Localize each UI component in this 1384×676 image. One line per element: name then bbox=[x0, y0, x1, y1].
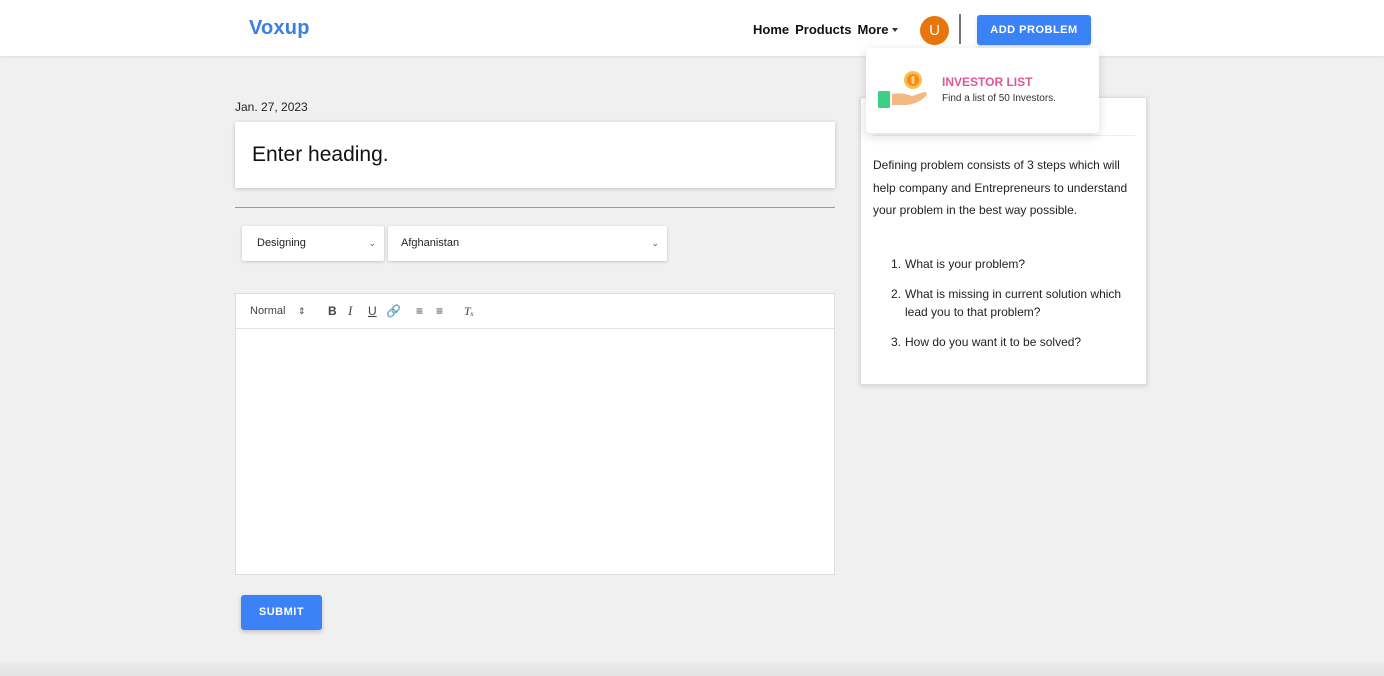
dropdown-item-subtitle: Find a list of 50 Investors. bbox=[942, 93, 1056, 104]
navbar: Voxup Home Products More U ADD PROBLEM bbox=[0, 0, 1384, 56]
underline-icon[interactable]: U bbox=[368, 304, 386, 318]
more-dropdown-menu: INVESTOR LIST Find a list of 50 Investor… bbox=[866, 48, 1099, 133]
heading-field bbox=[235, 122, 835, 188]
format-select[interactable]: Normal bbox=[250, 305, 298, 317]
editor-content[interactable] bbox=[236, 329, 834, 575]
brand-logo[interactable]: Voxup bbox=[249, 17, 310, 40]
chevron-down-icon: ⌄ bbox=[651, 238, 659, 248]
nav-more-label: More bbox=[857, 22, 889, 37]
country-select-value: Afghanistan bbox=[401, 237, 460, 249]
updown-arrows-icon[interactable]: ⇕ bbox=[298, 306, 328, 317]
chevron-down-icon: ⌄ bbox=[368, 238, 376, 248]
ordered-list-icon[interactable]: ≡ bbox=[416, 304, 436, 318]
card-divider bbox=[873, 135, 1135, 136]
instructions-card: Defining problem consists of 3 steps whi… bbox=[860, 97, 1147, 385]
country-select[interactable]: Afghanistan ⌄ bbox=[388, 226, 667, 261]
step-item: 1. What is your problem? bbox=[891, 255, 1141, 273]
editor-toolbar: Normal ⇕ B I U 🔗 ≡ ≡ Tₓ bbox=[236, 294, 834, 329]
category-select-value: Designing bbox=[257, 237, 306, 249]
rich-text-editor: Normal ⇕ B I U 🔗 ≡ ≡ Tₓ bbox=[235, 293, 835, 575]
divider bbox=[235, 207, 835, 208]
heading-input[interactable] bbox=[235, 122, 835, 188]
submit-button[interactable]: SUBMIT bbox=[241, 595, 322, 630]
user-avatar[interactable]: U bbox=[920, 16, 949, 45]
category-select[interactable]: Designing ⌄ bbox=[242, 226, 384, 261]
nav-divider bbox=[959, 14, 961, 44]
clear-format-icon[interactable]: Tₓ bbox=[464, 304, 484, 319]
nav-more[interactable]: More bbox=[857, 22, 898, 37]
step-item: 3. How do you want it to be solved? bbox=[891, 333, 1141, 351]
bold-icon[interactable]: B bbox=[328, 304, 348, 318]
steps-list: 1. What is your problem? 2. What is missin… bbox=[891, 255, 1141, 363]
step-number: 1. bbox=[891, 257, 902, 271]
add-problem-button[interactable]: ADD PROBLEM bbox=[977, 15, 1091, 45]
step-item: 2. What is missing in current solution wh… bbox=[891, 285, 1141, 321]
bullet-list-icon[interactable]: ≡ bbox=[436, 304, 464, 318]
link-icon[interactable]: 🔗 bbox=[386, 304, 416, 318]
date-label: Jan. 27, 2023 bbox=[235, 100, 308, 114]
step-number: 2. bbox=[891, 287, 902, 301]
step-number: 3. bbox=[891, 335, 902, 349]
caret-down-icon bbox=[891, 27, 898, 32]
step-text: What is missing in current solution whic… bbox=[905, 287, 1122, 319]
italic-icon[interactable]: I bbox=[348, 303, 368, 319]
dropdown-item-title: INVESTOR LIST bbox=[942, 75, 1033, 89]
investor-hand-coin-icon bbox=[878, 71, 927, 108]
nav-links: Home Products More bbox=[753, 22, 898, 37]
nav-home[interactable]: Home bbox=[753, 22, 789, 37]
bottom-edge bbox=[0, 662, 1384, 676]
step-text: What is your problem? bbox=[905, 257, 1026, 271]
nav-products[interactable]: Products bbox=[795, 22, 851, 37]
instructions-intro: Defining problem consists of 3 steps whi… bbox=[873, 158, 1128, 217]
step-text: How do you want it to be solved? bbox=[905, 335, 1082, 349]
